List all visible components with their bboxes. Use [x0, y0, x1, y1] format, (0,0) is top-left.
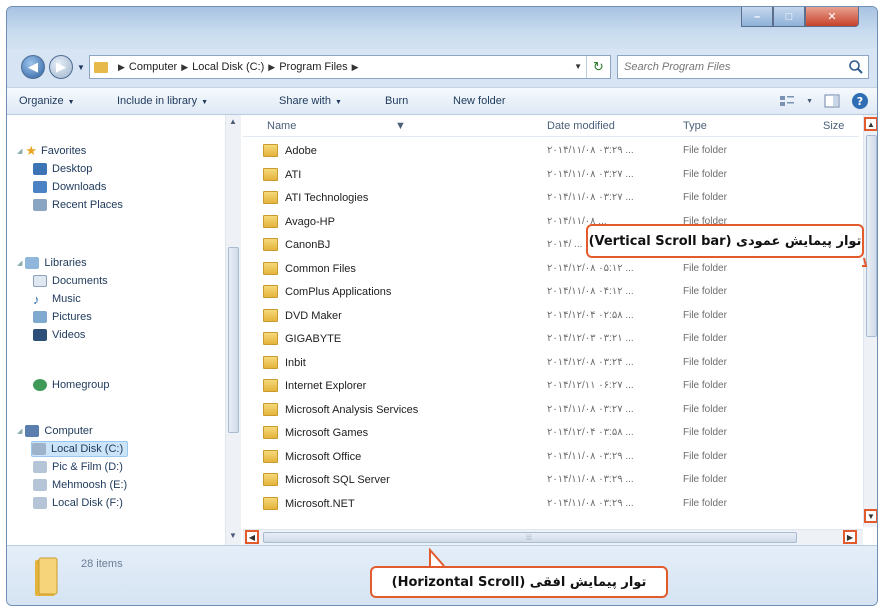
- vertical-callout-pointer: [862, 257, 868, 267]
- callout-leader-lines: [429, 257, 868, 567]
- horizontal-callout-pointer: [429, 547, 445, 567]
- vertical-scrollbar-callout: توار پیمایش عمودی (Vertical Scroll bar): [586, 224, 864, 258]
- horizontal-scrollbar-callout: توار پیمایش افقی (Horizontal Scroll): [370, 566, 668, 598]
